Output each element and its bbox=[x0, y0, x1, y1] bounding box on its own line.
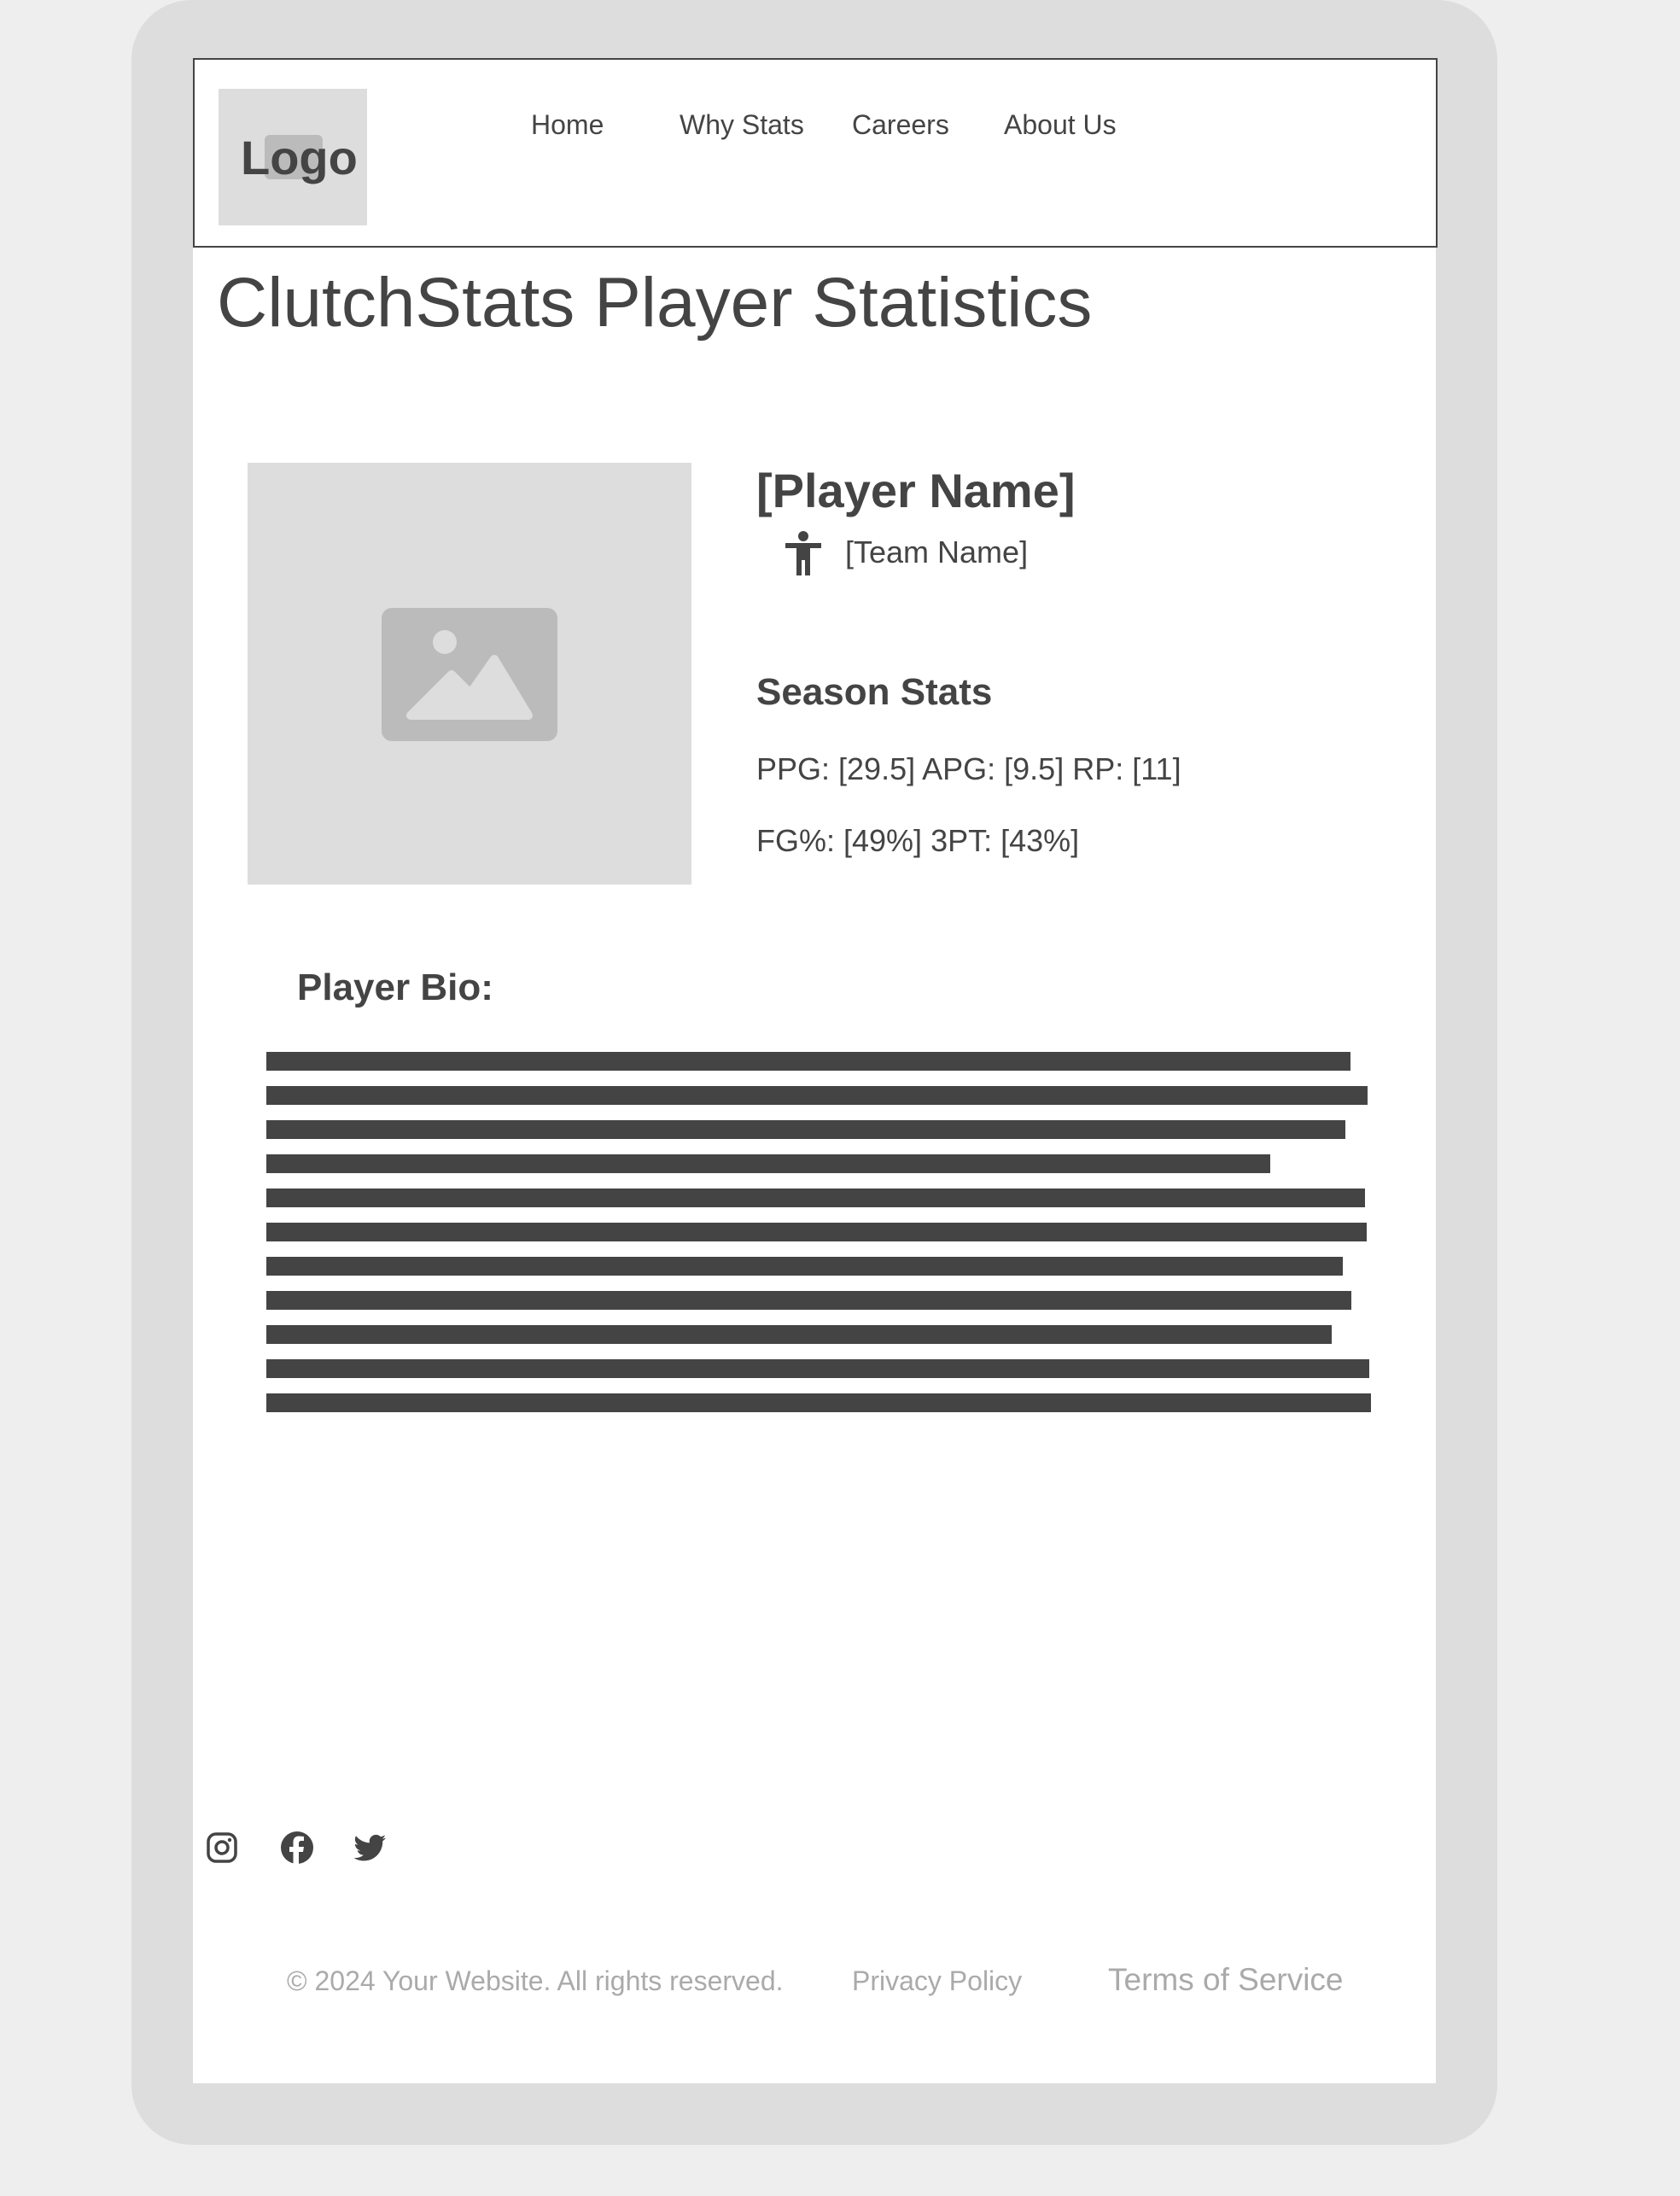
stats-line-1: PPG: [29.5] APG: [9.5] RP: [11] bbox=[756, 751, 1181, 786]
player-name: [Player Name] bbox=[756, 464, 1076, 517]
bio-text-line bbox=[266, 1393, 1371, 1412]
season-stats-heading: Season Stats bbox=[756, 671, 993, 713]
bio-text-line bbox=[266, 1189, 1365, 1207]
player-photo bbox=[248, 463, 691, 885]
site-header bbox=[193, 58, 1438, 248]
bio-text-line bbox=[266, 1325, 1332, 1344]
bio-text-line bbox=[266, 1086, 1368, 1105]
bio-text-line bbox=[266, 1291, 1351, 1310]
page-title: ClutchStats Player Statistics bbox=[217, 264, 1093, 342]
team-name: [Team Name] bbox=[845, 534, 1029, 569]
twitter-icon[interactable] bbox=[353, 1831, 388, 1865]
privacy-policy-link[interactable]: Privacy Policy bbox=[852, 1965, 1022, 1997]
player-bio-text bbox=[266, 1052, 1371, 1428]
bio-text-line bbox=[266, 1359, 1369, 1378]
bio-text-line bbox=[266, 1223, 1367, 1241]
bio-text-line bbox=[266, 1154, 1270, 1173]
player-bio-heading: Player Bio: bbox=[297, 967, 493, 1008]
nav-why-stats[interactable]: Why Stats bbox=[680, 109, 804, 141]
nav-careers[interactable]: Careers bbox=[852, 109, 949, 141]
terms-of-service-link[interactable]: Terms of Service bbox=[1108, 1962, 1344, 1998]
image-placeholder-icon bbox=[382, 608, 557, 741]
instagram-icon[interactable] bbox=[205, 1831, 239, 1865]
bio-text-line bbox=[266, 1120, 1345, 1139]
bio-text-line bbox=[266, 1257, 1343, 1276]
nav-home[interactable]: Home bbox=[531, 109, 604, 141]
nav-about-us[interactable]: About Us bbox=[1004, 109, 1117, 141]
footer-copyright: © 2024 Your Website. All rights reserved… bbox=[287, 1965, 784, 1996]
facebook-icon[interactable] bbox=[280, 1831, 314, 1865]
stats-line-2: FG%: [49%] 3PT: [43%] bbox=[756, 823, 1080, 858]
person-icon bbox=[785, 531, 821, 575]
bio-text-line bbox=[266, 1052, 1350, 1071]
logo-text[interactable]: Logo bbox=[241, 130, 358, 185]
